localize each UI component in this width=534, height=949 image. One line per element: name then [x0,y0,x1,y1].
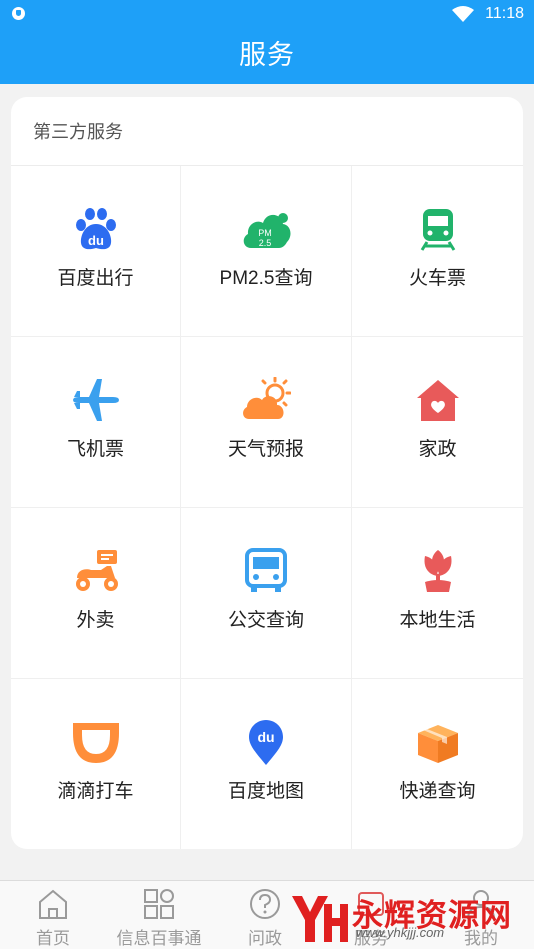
service-label: 家政 [418,439,457,460]
svg-text:du: du [257,729,274,745]
airplane-icon [71,377,121,423]
service-label: 本地生活 [399,610,476,631]
third-party-services-card: 第三方服务 du 百度出行 PM 2.5 PM2.5查询 火车票 飞机票 天气预… [11,97,523,849]
question-icon [250,889,280,919]
house-heart-icon [413,377,463,423]
tab-label: 首页 [36,929,70,948]
service-label: PM2.5查询 [219,268,313,289]
service-weather[interactable]: 天气预报 [181,337,352,508]
tab-label: 信息百事通 [116,929,202,948]
watermark-logo-icon [292,896,348,942]
svg-text:du: du [88,233,104,248]
service-pm25[interactable]: PM 2.5 PM2.5查询 [181,166,352,337]
section-title: 第三方服务 [11,97,523,166]
wifi-icon [452,6,474,22]
delivery-scooter-icon [71,548,121,594]
svg-text:PM: PM [258,228,272,238]
status-time: 11:18 [485,5,524,22]
baidu-paw-icon: du [71,206,121,252]
service-didi[interactable]: 滴滴打车 [11,679,181,849]
service-label: 百度地图 [227,781,304,802]
app-bar: 服务 [0,28,534,84]
service-bus[interactable]: 公交查询 [181,508,352,679]
service-train-ticket[interactable]: 火车票 [352,166,523,337]
shield-icon [12,7,25,20]
didi-icon [71,719,121,765]
service-label: 快递查询 [399,781,476,802]
service-label: 飞机票 [66,439,124,460]
tulip-icon [413,548,463,594]
page-title: 服务 [239,40,295,70]
watermark-url: www.yhkjjj.com [356,925,445,940]
service-local-life[interactable]: 本地生活 [352,508,523,679]
service-takeaway[interactable]: 外卖 [11,508,181,679]
tab-home[interactable]: 首页 [0,881,106,949]
weather-sun-cloud-icon [241,376,292,423]
svg-text:2.5: 2.5 [259,238,272,248]
service-label: 滴滴打车 [57,781,134,802]
train-icon [413,206,463,252]
service-label: 百度出行 [57,268,134,289]
service-label: 外卖 [76,610,115,631]
service-baidu-map[interactable]: du 百度地图 [181,679,352,849]
service-label: 天气预报 [227,439,304,460]
home-icon [39,889,67,919]
bus-icon [241,548,291,594]
package-icon [413,719,463,765]
service-housekeeping[interactable]: 家政 [352,337,523,508]
status-bar: 11:18 [0,0,534,28]
grid-icon [144,889,174,919]
service-label: 火车票 [408,268,466,289]
service-express[interactable]: 快递查询 [352,679,523,849]
pm25-cloud-icon: PM 2.5 [241,206,291,252]
service-label: 公交查询 [227,610,304,631]
service-baidu-travel[interactable]: du 百度出行 [11,166,181,337]
services-grid: du 百度出行 PM 2.5 PM2.5查询 火车票 飞机票 天气预报 家政 外… [11,166,523,849]
service-air-ticket[interactable]: 飞机票 [11,337,181,508]
watermark-overlay: 永辉资源网 www.yhkjjj.com [288,884,534,949]
tab-info[interactable]: 信息百事通 [106,881,212,949]
baidu-map-pin-icon: du [241,719,291,765]
